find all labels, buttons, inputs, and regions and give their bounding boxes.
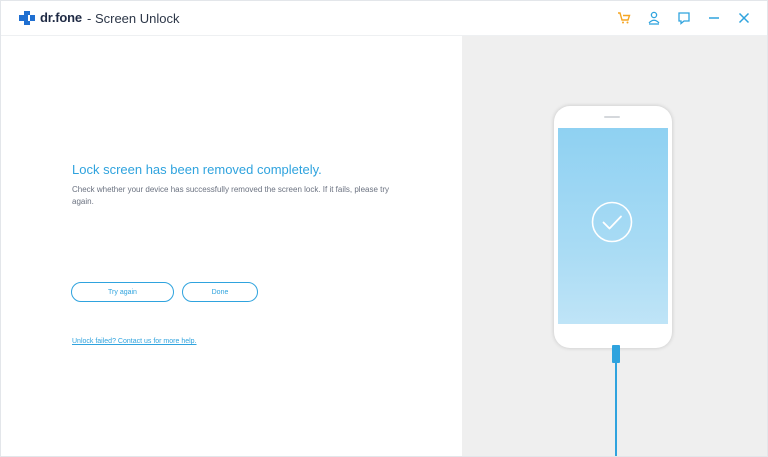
result-headline: Lock screen has been removed completely. — [72, 162, 322, 177]
title-actions — [603, 9, 753, 27]
brand-name: dr.fone — [40, 10, 82, 25]
feedback-icon[interactable] — [675, 9, 693, 27]
phone-illustration — [554, 106, 672, 348]
window-title: - Screen Unlock — [87, 11, 180, 26]
done-button[interactable]: Done — [182, 282, 258, 302]
close-icon[interactable] — [735, 9, 753, 27]
try-again-button[interactable]: Try again — [71, 282, 174, 302]
result-panel: Lock screen has been removed completely.… — [1, 36, 462, 456]
cart-icon[interactable] — [615, 9, 633, 27]
usb-cable-icon — [612, 345, 620, 456]
phone-speaker — [604, 116, 620, 118]
phone-screen — [558, 128, 668, 324]
help-link[interactable]: Unlock failed? Contact us for more help. — [72, 338, 197, 345]
user-icon[interactable] — [645, 9, 663, 27]
minimize-icon[interactable] — [705, 9, 723, 27]
checkmark-icon — [591, 201, 633, 243]
title-bar: dr.fone - Screen Unlock — [1, 1, 767, 36]
app-window: dr.fone - Screen Unlock Lock screen has … — [0, 0, 768, 457]
device-illustration-panel — [462, 36, 767, 456]
result-description: Check whether your device has successful… — [72, 185, 390, 206]
drfone-logo-icon — [19, 11, 35, 25]
